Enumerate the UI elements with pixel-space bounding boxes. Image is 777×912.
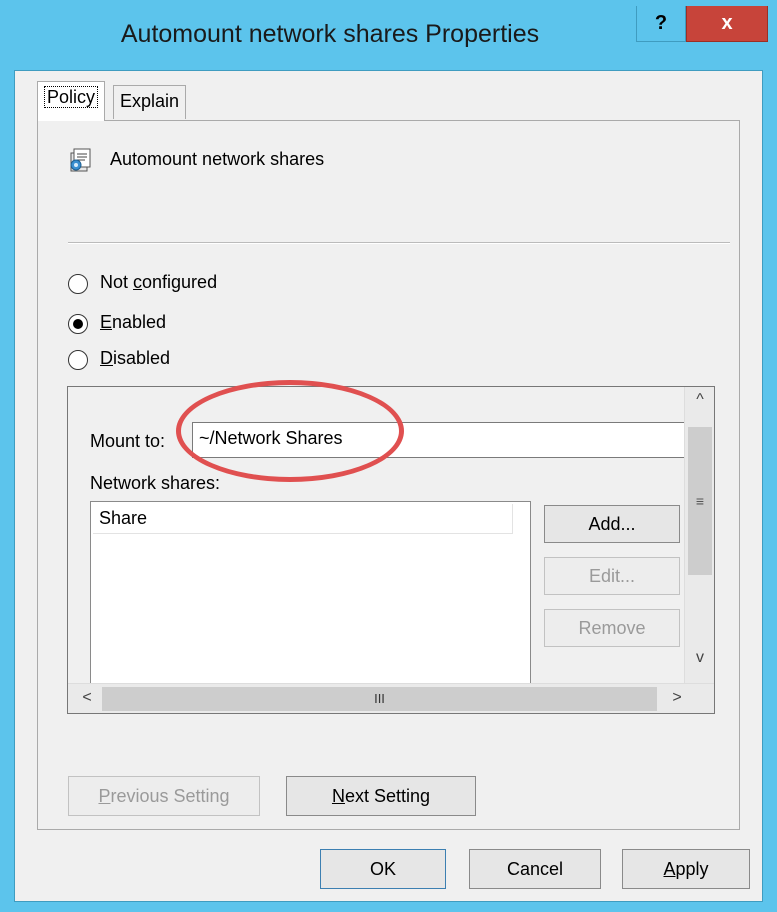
share-column-header[interactable]: Share [93, 504, 513, 534]
radio-enabled-label: Enabled [100, 312, 167, 332]
horizontal-scroll-thumb[interactable]: III [102, 687, 657, 711]
close-button[interactable]: x [686, 6, 768, 42]
policy-setting-icon [70, 148, 91, 172]
next-setting-button[interactable]: Next Setting [286, 776, 476, 816]
network-shares-label: Network shares: [90, 473, 221, 493]
vertical-scrollbar[interactable]: ^ ≡ v [684, 387, 714, 683]
radio-not-configured-circle [68, 274, 88, 294]
previous-setting-button[interactable]: Previous Setting [68, 776, 260, 816]
policy-name: Automount network shares [110, 149, 325, 169]
tab-policy[interactable]: Policy [37, 81, 106, 121]
options-panel: Mount to: ~/Network Shares Network share… [67, 386, 715, 714]
apply-button[interactable]: Apply [622, 849, 750, 889]
scroll-up-arrow-icon[interactable]: ^ [685, 391, 715, 419]
scroll-left-arrow-icon[interactable]: < [72, 684, 102, 714]
properties-window: Automount network shares Properties ? x … [0, 0, 777, 912]
radio-disabled-circle [68, 350, 88, 370]
add-button[interactable]: Add... [544, 505, 680, 543]
title-bar[interactable]: Automount network shares Properties ? x [0, 0, 777, 70]
tab-explain[interactable]: Explain [113, 85, 187, 119]
vertical-scroll-thumb[interactable]: ≡ [688, 427, 712, 575]
edit-button[interactable]: Edit... [544, 557, 680, 595]
horizontal-scrollbar[interactable]: < III > [68, 683, 714, 713]
scroll-down-arrow-icon[interactable]: v [685, 649, 715, 677]
remove-button[interactable]: Remove [544, 609, 680, 647]
window-title: Automount network shares Properties [120, 20, 540, 48]
scroll-right-arrow-icon[interactable]: > [662, 684, 692, 714]
policy-tab-panel: Automount network shares Not configured … [37, 120, 740, 830]
tab-policy-label: Policy [44, 86, 99, 108]
ok-button[interactable]: OK [320, 849, 446, 889]
radio-enabled-circle [68, 314, 88, 334]
network-shares-list[interactable]: Share [90, 501, 531, 685]
tab-explain-label: Explain [120, 91, 180, 111]
radio-not-configured-label: Not configured [100, 272, 218, 292]
radio-disabled-label: Disabled [100, 348, 171, 368]
mount-to-label: Mount to: [90, 431, 166, 451]
cancel-button[interactable]: Cancel [469, 849, 601, 889]
separator [68, 242, 730, 244]
mount-to-input[interactable]: ~/Network Shares [192, 422, 688, 458]
dialog-client-area: Policy Explain Automount network shares … [14, 70, 763, 902]
help-button[interactable]: ? [636, 6, 686, 42]
